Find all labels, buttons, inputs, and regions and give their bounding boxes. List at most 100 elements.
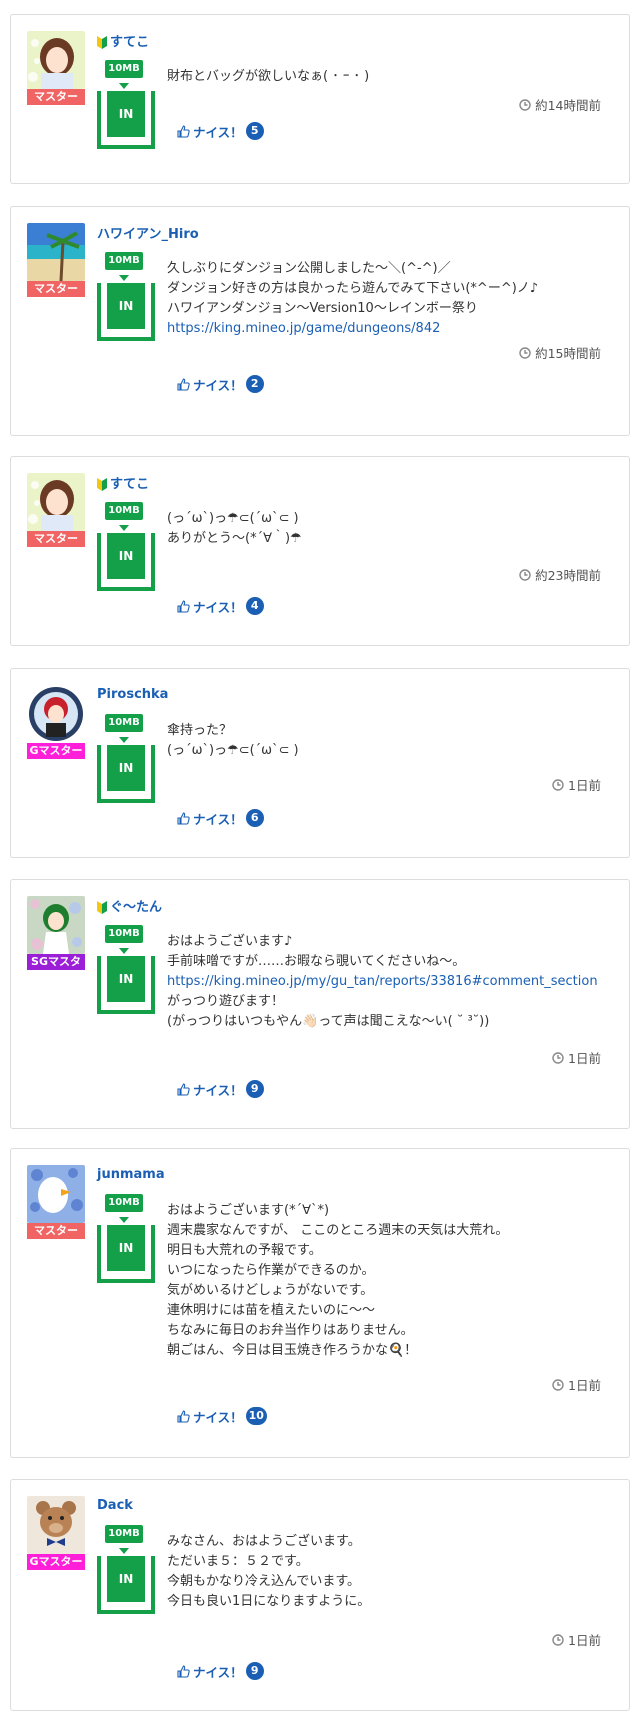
in-gauge: IN <box>97 283 155 341</box>
in-label: IN <box>107 533 145 579</box>
nice-count: 4 <box>245 597 264 615</box>
timestamp: 1日前 <box>552 1048 601 1067</box>
post-card: マスター すてこ 10MB IN (っ´ω`)っ☂⊂(´ω`⊂ ) ありがとう〜… <box>10 456 630 646</box>
post-text: (っ´ω`)っ☂⊂(´ω`⊂ ) <box>167 743 299 758</box>
nice-count: 9 <box>245 1662 264 1680</box>
post-body: みなさん、おはようございます。 ただいま５：５２です。 今朝もかなり冷え込んでい… <box>167 1532 607 1612</box>
post-text: 今朝もかなり冷え込んでいます。 <box>167 1574 361 1589</box>
nice-button[interactable]: ナイス！ 9 <box>177 1662 264 1680</box>
user-name[interactable]: Piroschka <box>97 687 168 702</box>
thumbs-up-icon <box>177 124 190 138</box>
nice-label: ナイス！ <box>193 1664 243 1680</box>
post-text: がっつり遊びます！ <box>167 994 285 1009</box>
time-text: 1日前 <box>568 778 601 793</box>
user-name[interactable]: junmama <box>97 1167 165 1182</box>
nice-label: ナイス！ <box>193 811 243 827</box>
post-body: 久しぶりにダンジョン公開しました〜＼(^-^)／ ダンジョン好きの方は良かったら… <box>167 259 607 339</box>
post-text: おはようございます♪ <box>167 934 293 949</box>
thumbs-up-icon <box>177 1082 190 1096</box>
avatar[interactable] <box>27 896 85 954</box>
avatar[interactable] <box>27 1165 85 1223</box>
user-name-row: junmama <box>97 1165 165 1183</box>
role-badge: Gマスター <box>27 743 85 759</box>
user-name-row: Piroschka <box>97 685 168 703</box>
post-body: おはようございます(*´∀`*) 週末農家なんですが、 ここのところ週末の天気は… <box>167 1201 607 1361</box>
post-body: (っ´ω`)っ☂⊂(´ω`⊂ ) ありがとう〜(*´∀｀)☂ <box>167 509 607 549</box>
clock-icon <box>552 1633 564 1646</box>
mb-badge: 10MB <box>105 252 143 270</box>
mb-badge: 10MB <box>105 60 143 78</box>
post-link[interactable]: https://king.mineo.jp/my/gu_tan/reports/… <box>167 972 607 992</box>
nice-count: 2 <box>245 375 264 393</box>
avatar[interactable] <box>27 473 85 531</box>
post-link[interactable]: https://king.mineo.jp/game/dungeons/842 <box>167 319 607 339</box>
mb-arrow-icon <box>119 1217 129 1223</box>
in-gauge: IN <box>97 91 155 149</box>
avatar[interactable] <box>27 685 85 743</box>
timestamp: 約15時間前 <box>519 343 601 362</box>
role-badge: Gマスター <box>27 1554 85 1570</box>
role-badge: マスター <box>27 531 85 547</box>
clock-icon <box>519 98 531 111</box>
in-gauge: IN <box>97 533 155 591</box>
mb-arrow-icon <box>119 525 129 531</box>
timestamp: 1日前 <box>552 1630 601 1649</box>
post-text: ダンジョン好きの方は良かったら遊んでみて下さい(*^ー^)ノ♪ <box>167 281 539 296</box>
user-name[interactable]: ハワイアン_Hiro <box>97 223 199 242</box>
nice-button[interactable]: ナイス！ 9 <box>177 1080 264 1098</box>
user-name[interactable]: Dack <box>97 1498 133 1513</box>
mb-badge: 10MB <box>105 714 143 732</box>
nice-button[interactable]: ナイス！ 6 <box>177 809 264 827</box>
in-label: IN <box>107 1556 145 1602</box>
nice-label: ナイス！ <box>193 1409 243 1425</box>
post-card: マスター ハワイアン_Hiro 10MB IN 久しぶりにダンジョン公開しました… <box>10 206 630 436</box>
post-card: マスター すてこ 10MB IN 財布とバッグが欲しいなぁ( ･ ｰ ･ ) 約… <box>10 14 630 184</box>
post-text: (っ´ω`)っ☂⊂(´ω`⊂ ) <box>167 511 299 526</box>
timestamp: 1日前 <box>552 775 601 794</box>
post-text: 朝ごはん、今日は目玉焼き作ろうかな🍳！ <box>167 1343 418 1358</box>
mb-badge: 10MB <box>105 1525 143 1543</box>
in-label: IN <box>107 745 145 791</box>
nice-button[interactable]: ナイス！ 4 <box>177 597 264 615</box>
thumbs-up-icon <box>177 599 190 613</box>
post-body: おはようございます♪ 手前味噌ですが……お暇なら覗いてくださいね〜。 https… <box>167 932 607 1032</box>
nice-count: 9 <box>245 1080 264 1098</box>
nice-count: 6 <box>245 809 264 827</box>
post-text: 傘持った？ <box>167 723 233 738</box>
post-text: 気がめいるけどしょうがないです。 <box>167 1283 374 1298</box>
beginner-mark-icon <box>97 34 107 49</box>
user-name[interactable]: すてこ <box>110 31 149 50</box>
in-label: IN <box>107 283 145 329</box>
post-card: SGマスタ ぐ〜たん 10MB IN おはようございます♪ 手前味噌ですが……お… <box>10 879 630 1129</box>
user-name[interactable]: ぐ〜たん <box>110 896 162 915</box>
avatar[interactable] <box>27 1496 85 1554</box>
thumbs-up-icon <box>177 377 190 391</box>
post-text: 連休明けには苗を植えたいのに〜〜 <box>167 1303 376 1318</box>
nice-label: ナイス！ <box>193 124 243 140</box>
clock-icon <box>519 568 531 581</box>
post-text: 手前味噌ですが……お暇なら覗いてくださいね〜。 <box>167 954 466 969</box>
user-name[interactable]: すてこ <box>110 473 149 492</box>
mb-arrow-icon <box>119 948 129 954</box>
mb-arrow-icon <box>119 83 129 89</box>
user-name-row: すてこ <box>97 473 149 492</box>
timestamp: 約14時間前 <box>519 95 601 114</box>
beginner-mark-icon <box>97 476 107 491</box>
post-text: ただいま５：５２です。 <box>167 1554 309 1569</box>
post-text: 週末農家なんですが、 ここのところ週末の天気は大荒れ。 <box>167 1223 509 1238</box>
in-label: IN <box>107 91 145 137</box>
beginner-mark-icon <box>97 899 107 914</box>
post-text: みなさん、おはようございます。 <box>167 1534 361 1549</box>
nice-button[interactable]: ナイス！ 5 <box>177 122 264 140</box>
post-text: ちなみに毎日のお弁当作りはありません。 <box>167 1323 414 1338</box>
avatar[interactable] <box>27 223 85 281</box>
clock-icon <box>519 346 531 359</box>
in-gauge: IN <box>97 1225 155 1283</box>
post-text: 今日も良い1日になりますように。 <box>167 1594 371 1609</box>
nice-label: ナイス！ <box>193 1082 243 1098</box>
nice-button[interactable]: ナイス！ 10 <box>177 1407 267 1425</box>
mb-arrow-icon <box>119 275 129 281</box>
mb-badge: 10MB <box>105 925 143 943</box>
avatar[interactable] <box>27 31 85 89</box>
nice-button[interactable]: ナイス！ 2 <box>177 375 264 393</box>
